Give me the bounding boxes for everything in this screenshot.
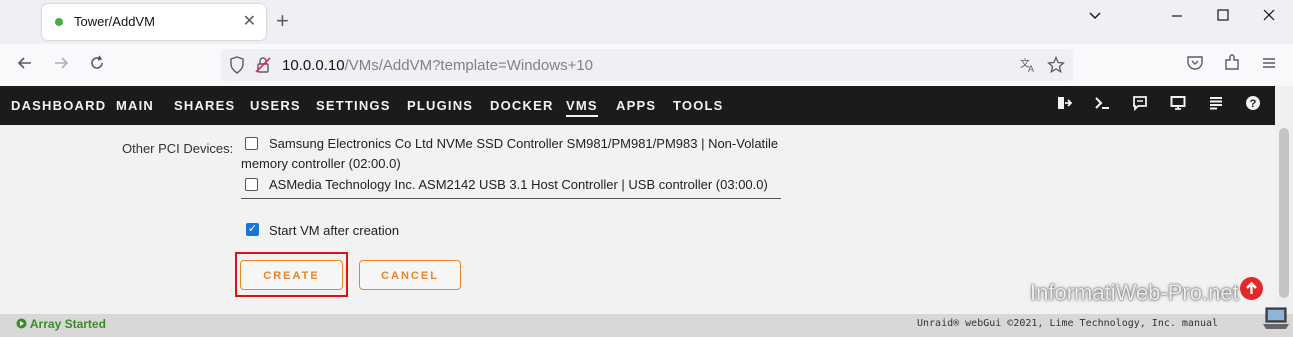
menu-shares[interactable]: SHARES [174,98,235,113]
insecure-lock-icon[interactable] [255,56,271,74]
close-window-icon[interactable] [1262,8,1276,22]
minimize-icon[interactable] [1170,8,1184,22]
pci-device-asmedia-label: ASMedia Technology Inc. ASM2142 USB 3.1 … [269,177,768,192]
pci-device-checkbox-asmedia[interactable] [245,178,258,191]
browser-tab-strip: Tower/AddVM ✕ + [0,0,1293,44]
pocket-icon[interactable] [1186,54,1204,72]
menu-users[interactable]: USERS [250,98,301,113]
new-tab-button[interactable]: + [276,8,289,34]
favicon-icon [55,18,63,26]
array-status: Array Started [16,317,106,331]
create-button[interactable]: CREATE [240,260,343,290]
close-tab-icon[interactable]: ✕ [243,11,256,31]
watermark-text: InformatiWeb-Pro.net [1030,280,1239,305]
menu-dashboard[interactable]: DASHBOARD [11,98,106,113]
divider [241,198,781,199]
scrollbar-thumb[interactable] [1279,128,1289,298]
menu-docker[interactable]: DOCKER [490,98,554,113]
laptop-logo-icon [1262,304,1290,332]
tab-title: Tower/AddVM [74,14,155,29]
tab-list-icon[interactable] [1088,8,1102,22]
copyright-text: Unraid® webGui ©2021, Lime Technology, I… [917,318,1219,329]
cancel-button[interactable]: CANCEL [359,260,461,290]
back-icon[interactable] [16,54,34,72]
bookmark-star-icon[interactable] [1047,56,1065,74]
url-path: /VMs/AddVM?template=Windows+10 [344,57,594,74]
log-icon[interactable] [1208,95,1224,111]
scroll-to-top-icon[interactable] [1240,277,1263,300]
address-bar[interactable]: 10.0.0.10/VMs/AddVM?template=Windows+10 … [221,49,1073,81]
array-status-text: Array Started [29,317,106,331]
url-host: 10.0.0.10 [282,57,345,74]
pci-device-checkbox-samsung[interactable] [245,137,258,150]
pci-device-samsung-line2: memory controller (02:00.0) [241,156,401,171]
terminal-icon[interactable] [1094,95,1110,111]
maximize-icon[interactable] [1216,8,1230,22]
svg-text:A: A [1028,64,1034,74]
browser-tab[interactable]: Tower/AddVM ✕ [42,4,266,40]
pci-device-samsung-line1: Samsung Electronics Co Ltd NVMe SSD Cont… [269,136,779,151]
reload-icon[interactable] [88,54,106,72]
menu-main[interactable]: MAIN [116,98,154,113]
hamburger-menu-icon[interactable] [1260,54,1278,72]
pci-devices-label: Other PCI Devices: [122,141,234,156]
browser-navbar: 10.0.0.10/VMs/AddVM?template=Windows+10 … [0,44,1293,87]
menu-tools[interactable]: TOOLS [673,98,724,113]
shield-icon[interactable] [229,56,245,74]
monitor-icon[interactable] [1170,95,1186,111]
help-icon[interactable]: ? [1245,95,1261,111]
feedback-icon[interactable] [1132,95,1148,111]
svg-text:?: ? [1250,98,1257,110]
logout-icon[interactable] [1056,95,1072,111]
menu-plugins[interactable]: PLUGINS [407,98,473,113]
menu-apps[interactable]: APPS [616,98,656,113]
translate-icon[interactable]: 文A [1019,56,1037,74]
unraid-main-menu: DASHBOARD MAIN SHARES USERS SETTINGS PLU… [0,86,1275,125]
start-vm-label: Start VM after creation [269,223,400,238]
menu-settings[interactable]: SETTINGS [316,98,391,113]
extensions-icon[interactable] [1223,54,1241,72]
forward-icon[interactable] [52,54,70,72]
url-text[interactable]: 10.0.0.10/VMs/AddVM?template=Windows+10 [282,57,593,74]
status-footer: Array Started Unraid® webGui ©2021, Lime… [0,314,1293,337]
start-vm-checkbox[interactable]: ✓ [246,223,259,236]
menu-vms[interactable]: VMS [566,98,598,117]
